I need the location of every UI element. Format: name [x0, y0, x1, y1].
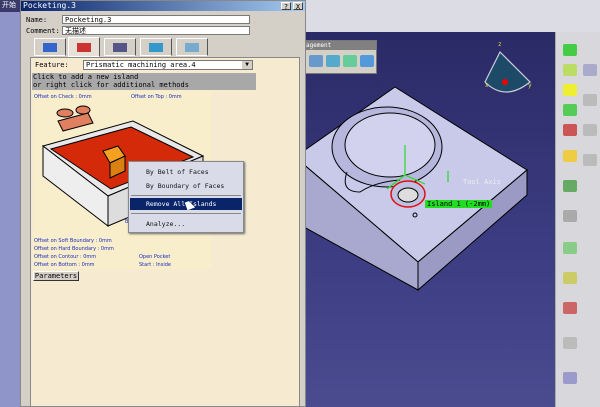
- toolbar-icon-10[interactable]: [563, 272, 577, 284]
- close-button[interactable]: X: [293, 2, 303, 11]
- geometry-icon: [77, 43, 91, 52]
- comment-label: Comment:: [26, 27, 60, 35]
- chevron-down-icon[interactable]: ▼: [242, 61, 252, 69]
- management-toolbar-title: agement: [306, 41, 376, 50]
- macros-icon: [185, 43, 199, 52]
- toolbar-icon-6[interactable]: [563, 150, 577, 162]
- feature-select[interactable]: Prismatic machining area.4: [83, 60, 253, 70]
- menu-item-by-belt-of-faces[interactable]: By Belt of Faces: [130, 166, 242, 178]
- hint-box: Click to add a new island or right click…: [32, 73, 256, 90]
- management-icon-3[interactable]: [343, 55, 357, 67]
- hint-line-2: or right click for additional methods: [33, 81, 189, 89]
- offset-on-top[interactable]: Offset on Top : 0mm: [131, 94, 182, 100]
- 3d-viewport[interactable]: Tool Axis Island 1 (-2mm) z x y: [305, 32, 555, 407]
- toolbar-icon-14[interactable]: [583, 64, 597, 76]
- menu-item-analyze[interactable]: Analyze...: [130, 218, 242, 230]
- toolbar-icon-2[interactable]: [563, 64, 577, 76]
- name-label: Name:: [26, 16, 48, 24]
- island-label[interactable]: Island 1 (-2mm): [425, 200, 493, 208]
- toolbar-icon-12[interactable]: [563, 337, 577, 349]
- offset-on-soft-boundary[interactable]: Offset on Soft Boundary : 0mm: [34, 238, 112, 244]
- management-icon-4[interactable]: [360, 55, 374, 67]
- parameters-button[interactable]: Parameters: [33, 271, 79, 281]
- management-icon-1[interactable]: [309, 55, 323, 67]
- help-button[interactable]: ?: [281, 2, 291, 11]
- hint-line-1: Click to add a new island: [33, 73, 139, 81]
- toolbar-icon-15[interactable]: [583, 94, 597, 106]
- strategy-icon: [43, 43, 57, 52]
- management-icon-2[interactable]: [326, 55, 340, 67]
- toolbar-icon-5[interactable]: [563, 124, 577, 136]
- tool-tab[interactable]: [104, 38, 136, 56]
- toolbar-icon-1[interactable]: [563, 44, 577, 56]
- offset-on-hard-boundary[interactable]: Offset on Hard Boundary : 0mm: [34, 246, 114, 252]
- toolbar-icon-16[interactable]: [583, 124, 597, 136]
- toolbar-icon-7[interactable]: [563, 180, 577, 192]
- menu-separator: [131, 195, 241, 196]
- feature-label: Feature:: [35, 61, 69, 69]
- feeds-speeds-tab[interactable]: [140, 38, 172, 56]
- open-pocket[interactable]: Open Pocket: [139, 254, 170, 260]
- dialog-title: Pocketing.3: [21, 1, 305, 11]
- strategy-tab[interactable]: [34, 38, 66, 56]
- toolbar-icon-13[interactable]: [563, 372, 577, 384]
- left-tree-strip: [0, 0, 20, 407]
- feeds-speeds-icon: [149, 43, 163, 52]
- toolbar-icon-4[interactable]: [563, 104, 577, 116]
- start-mode[interactable]: Start : Inside: [139, 262, 171, 268]
- offset-on-contour[interactable]: Offset on Contour : 0mm: [34, 254, 96, 260]
- compass-y: y: [528, 82, 532, 89]
- start-button[interactable]: 开始: [0, 0, 20, 12]
- macros-tab[interactable]: [176, 38, 208, 56]
- menu-item-by-boundary-of-faces[interactable]: By Boundary of Faces: [130, 180, 242, 192]
- part-geometry: [305, 50, 531, 292]
- toolbar-icon-11[interactable]: [563, 302, 577, 314]
- toolbar-icon-8[interactable]: [563, 210, 577, 222]
- name-input[interactable]: Pocketing.3: [62, 15, 250, 24]
- comment-input[interactable]: 无描述: [62, 26, 250, 35]
- offset-on-bottom[interactable]: Offset on Bottom : 0mm: [34, 262, 95, 268]
- toolbar-icon-3[interactable]: [563, 84, 577, 96]
- compass-icon[interactable]: [484, 50, 531, 93]
- right-toolbar: [555, 32, 600, 407]
- menu-separator: [131, 213, 241, 214]
- tool-icon: [113, 43, 127, 52]
- management-toolbar: agement: [305, 40, 377, 74]
- toolbar-icon-17[interactable]: [583, 154, 597, 166]
- offset-on-check[interactable]: Offset on Check : 0mm: [34, 94, 92, 100]
- toolbar-icon-9[interactable]: [563, 242, 577, 254]
- context-menu: By Belt of Faces By Boundary of Faces Re…: [128, 161, 244, 233]
- tool-axis-label: Tool Axis: [463, 178, 501, 186]
- top-toolbar-area: [305, 0, 600, 32]
- compass-x: x: [485, 82, 489, 89]
- compass-z: z: [498, 41, 502, 48]
- geometry-tab[interactable]: [68, 37, 100, 57]
